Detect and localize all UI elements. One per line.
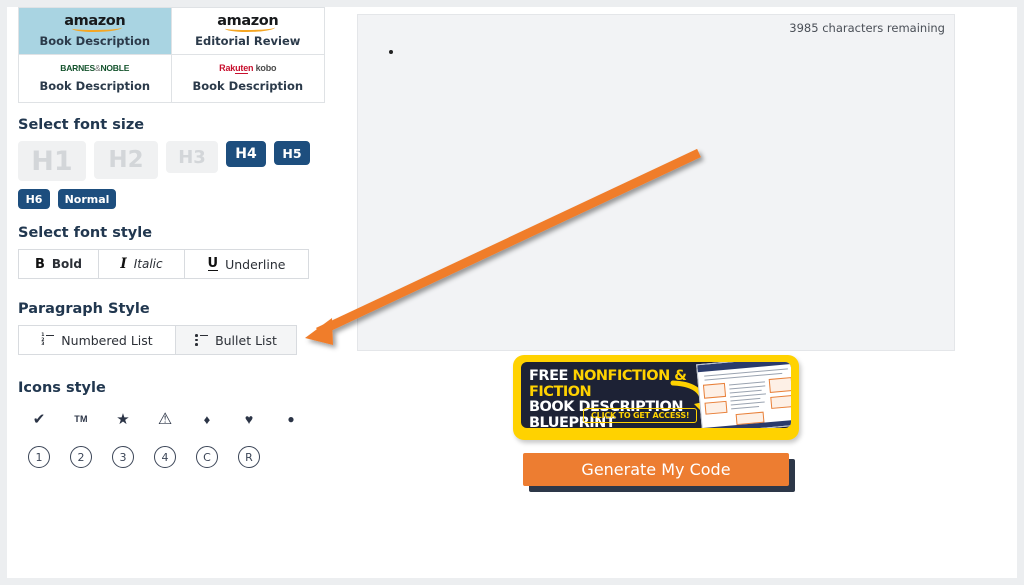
font-size-h1-button: H1 [18,141,86,181]
generate-my-code-button[interactable]: Generate My Code [523,453,789,486]
italic-icon: I [120,256,127,272]
check-icon[interactable]: ✔ [18,404,60,434]
character-counter: 3985 characters remaining [789,21,945,35]
platform-tab-1[interactable]: amazon Editorial Review [171,8,324,55]
star-icon[interactable]: ★ [102,404,144,434]
icons-style-section: Icons style ✔ TM ★ ⚠ ♦ ♥ ● 1234CR [18,380,338,472]
bold-button[interactable]: B Bold [18,249,99,279]
platform-tab-label: Editorial Review [195,34,301,49]
circled-one-icon-glyph: 1 [28,446,50,468]
numbered-list-button[interactable]: 1 2 3 Numbered List [18,325,176,355]
font-size-h5-button[interactable]: H5 [274,141,310,165]
italic-label: Italic [133,257,163,271]
font-size-h4-button[interactable]: H4 [226,141,266,167]
circled-r-icon[interactable]: R [228,442,270,472]
blueprint-promo-banner[interactable]: FREE NONFICTION & FICTION BOOK DESCRIPTI… [513,355,799,440]
platform-tab-grid: amazon Book Description amazon Editorial Re… [18,7,325,103]
underline-button[interactable]: U Underline [184,249,309,279]
promo-inner: FREE NONFICTION & FICTION BOOK DESCRIPTI… [521,362,791,428]
platform-tab-0[interactable]: amazon Book Description [19,8,172,55]
check-icon-glyph: ✔ [32,411,46,428]
bullet-list-icon [195,334,209,346]
bold-label: Bold [51,257,82,271]
font-style-title: Select font style [18,225,153,241]
font-size-normal-button[interactable]: Normal [58,189,116,209]
font-size-h2-button: H2 [94,141,158,179]
paragraph-style-title: Paragraph Style [18,301,150,317]
diamond-icon[interactable]: ♦ [186,404,228,434]
circled-two-icon[interactable]: 2 [60,442,102,472]
bullet-list-button[interactable]: Bullet List [175,325,297,355]
bold-icon: B [34,256,45,272]
paragraph-style-options: 1 2 3 Numbered List Bullet List [18,325,338,355]
star-icon-glyph: ★ [116,411,130,428]
underline-icon: U [207,255,219,272]
heart-icon[interactable]: ♥ [228,404,270,434]
font-style-options: B Bold I Italic U Underline [18,249,338,279]
circled-c-icon[interactable]: C [186,442,228,472]
amazon-logo: amazon [217,12,279,32]
platform-tab-2[interactable]: BARNES&NOBLE Book Description [19,55,172,102]
icons-row-symbols: ✔ TM ★ ⚠ ♦ ♥ ● [18,404,338,434]
circle-icon-glyph: ● [287,412,295,426]
font-size-h3-button: H3 [166,141,218,173]
heart-icon-glyph: ♥ [244,411,254,427]
platform-tab-3[interactable]: Rakuten kobo Book Description [171,55,324,102]
warning-icon[interactable]: ⚠ [144,404,186,434]
bullet-list-label: Bullet List [215,332,277,348]
platform-tab-label: Book Description [192,79,304,93]
circled-four-icon-glyph: 4 [154,446,176,468]
platform-tab-label: Book Description [39,78,151,93]
warning-icon-glyph: ⚠ [157,411,173,428]
amazon-logo: amazon [64,12,126,32]
app-page: amazon Book Description amazon Editorial Re… [7,7,1017,578]
platform-tab-label: Book Description [39,34,151,49]
circled-one-icon[interactable]: 1 [18,442,60,472]
icons-row-circled: 1234CR [18,442,338,472]
font-size-h6-button[interactable]: H6 [18,189,50,209]
circled-c-icon-glyph: C [196,446,218,468]
numbered-list-icon: 123 [41,334,55,347]
underline-label: Underline [225,256,286,272]
circled-three-icon-glyph: 3 [112,446,134,468]
circled-four-icon[interactable]: 4 [144,442,186,472]
italic-button[interactable]: I Italic [98,249,185,279]
numbered-list-label: Numbered List [61,332,153,348]
circle-icon[interactable]: ● [270,404,312,434]
font-size-section: Select font size H1 H2 H3 H4 H5 H6 Normal [18,117,338,209]
trademark-icon[interactable]: TM [60,404,102,434]
editor-bullet-list[interactable] [388,43,944,61]
icons-style-title: Icons style [18,380,106,396]
barnes-noble-logo: BARNES&NOBLE [60,63,130,74]
promo-line1-plain: FREE [529,368,573,384]
paragraph-style-section: Paragraph Style 1 2 3 Numbered List Bullet L… [18,301,338,355]
font-style-section: Select font style B Bold I Italic U Underline [18,225,338,279]
diamond-icon-glyph: ♦ [203,411,211,427]
editor-content-area[interactable] [388,43,944,344]
rakuten-kobo-logo: Rakuten kobo [219,63,277,74]
circled-three-icon[interactable]: 3 [102,442,144,472]
blueprint-thumbnail-image [696,362,791,428]
trademark-icon-glyph: TM [74,414,88,424]
font-size-options: H1 H2 H3 H4 H5 H6 Normal [18,141,338,209]
toolbar-column: amazon Book Description amazon Editorial Re… [18,7,338,472]
font-size-title: Select font size [18,117,145,133]
editor-list-item[interactable] [404,43,944,61]
circled-r-icon-glyph: R [238,446,260,468]
circled-two-icon-glyph: 2 [70,446,92,468]
description-editor-panel[interactable]: 3985 characters remaining [357,14,955,351]
